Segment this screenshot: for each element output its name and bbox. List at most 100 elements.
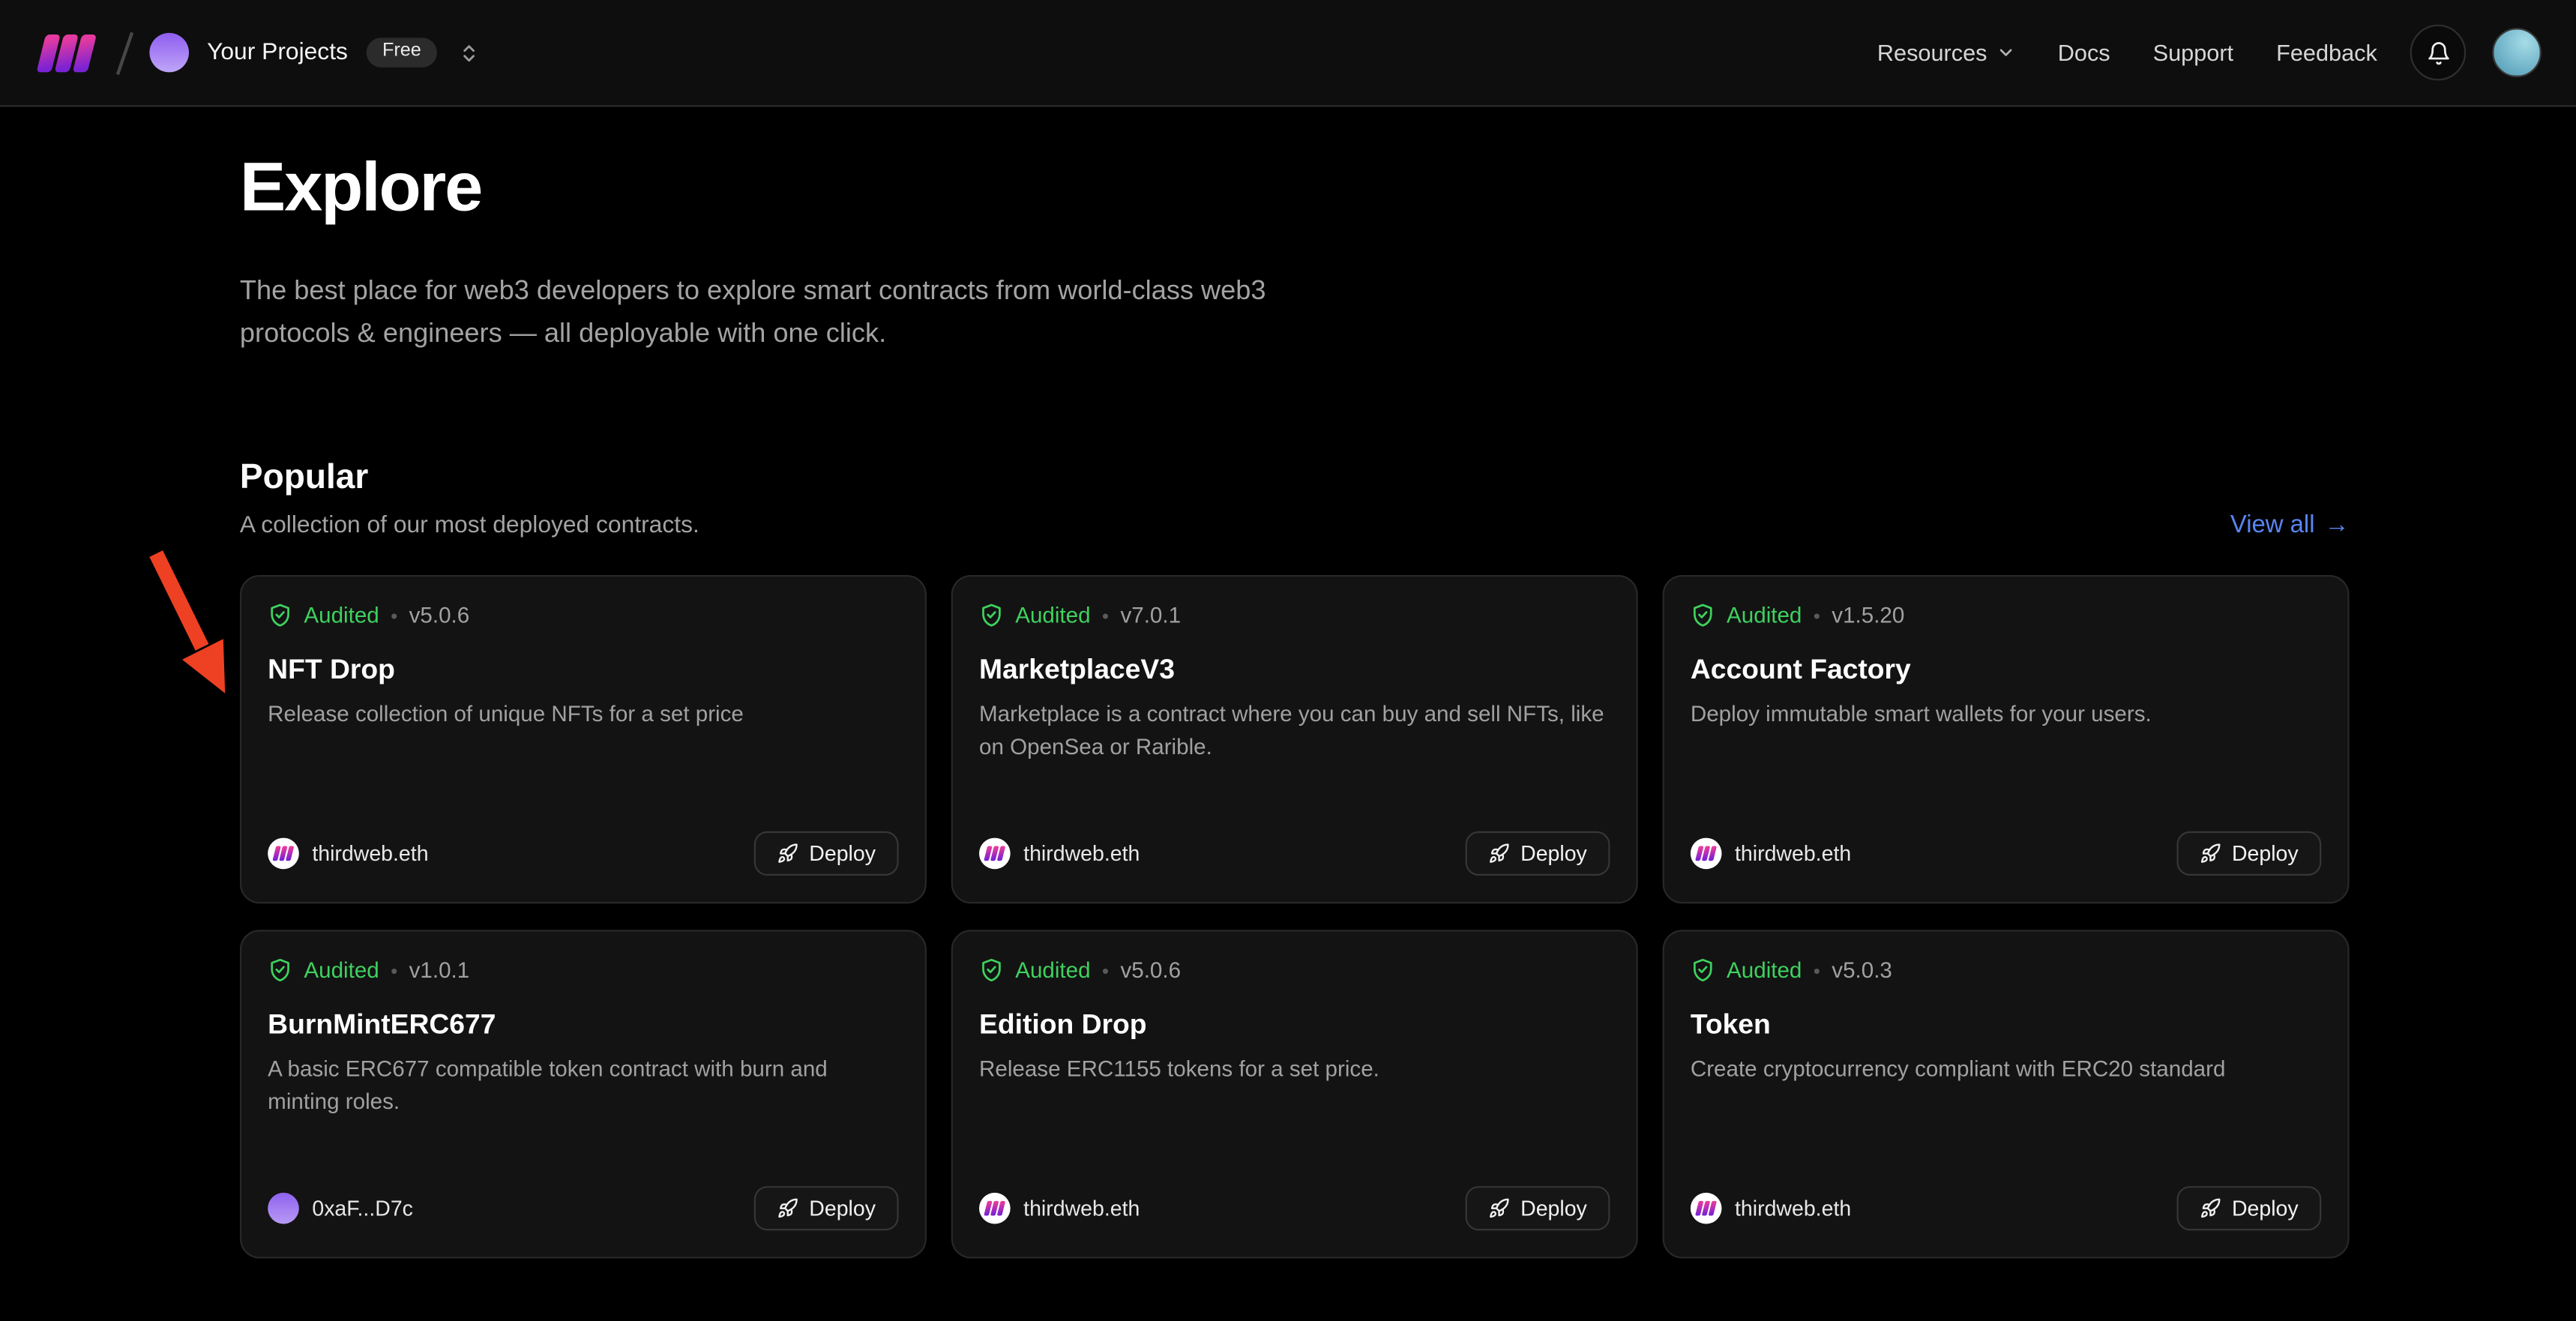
nav-feedback[interactable]: Feedback (2276, 40, 2377, 66)
contract-card[interactable]: Audited • v5.0.6 Edition Drop Release ER… (951, 930, 1638, 1259)
notifications-button[interactable] (2410, 25, 2467, 81)
publisher-name: thirdweb.eth (1735, 1197, 1851, 1221)
view-all-link[interactable]: View all → (2230, 511, 2350, 539)
nav-resources[interactable]: Resources (1877, 40, 2015, 66)
shield-check-icon (979, 604, 1004, 628)
team-avatar[interactable] (149, 33, 189, 73)
contract-card[interactable]: Audited • v5.0.3 Token Create cryptocurr… (1663, 930, 2350, 1259)
main-content: Explore The best place for web3 develope… (240, 149, 2350, 1259)
audit-badge-row: Audited • v5.0.6 (979, 958, 1610, 983)
card-footer: thirdweb.eth Deploy (1691, 1187, 2321, 1231)
rocket-icon (1487, 1198, 1508, 1219)
plan-badge: Free (366, 37, 438, 68)
team-name[interactable]: Your Projects (207, 40, 348, 66)
deploy-button[interactable]: Deploy (2176, 831, 2321, 876)
publisher-link[interactable]: 0xaF...D7c (268, 1193, 413, 1224)
audit-badge-row: Audited • v5.0.6 (268, 604, 898, 628)
separator-dot: • (391, 606, 397, 625)
deploy-label: Deploy (809, 1197, 876, 1221)
red-annotation-arrow-icon (145, 544, 243, 699)
section-subtitle: A collection of our most deployed contra… (240, 511, 699, 541)
shield-check-icon (1691, 604, 1715, 628)
publisher-name: 0xaF...D7c (312, 1197, 413, 1221)
audited-label: Audited (1015, 958, 1090, 983)
contract-description: Release collection of unique NFTs for a … (268, 699, 898, 731)
audited-label: Audited (1015, 604, 1090, 628)
publisher-link[interactable]: thirdweb.eth (979, 838, 1140, 870)
separator-dot: • (391, 960, 397, 980)
nav-docs-label: Docs (2058, 40, 2110, 66)
contract-title: Edition Drop (979, 1008, 1610, 1044)
contract-card[interactable]: Audited • v7.0.1 MarketplaceV3 Marketpla… (951, 575, 1638, 903)
contract-description: A basic ERC677 compatible token contract… (268, 1053, 898, 1117)
contract-version: v5.0.6 (1120, 958, 1181, 983)
deploy-button[interactable]: Deploy (1465, 1187, 1610, 1231)
separator-dot: • (1814, 960, 1820, 980)
deploy-label: Deploy (2232, 1197, 2299, 1221)
page: Your Projects Free Resources Docs Suppor… (0, 0, 2576, 1321)
contract-card[interactable]: Audited • v5.0.6 NFT Drop Release collec… (240, 575, 927, 903)
contract-card[interactable]: Audited • v1.0.1 BurnMintERC677 A basic … (240, 930, 927, 1259)
thirdweb-logo-icon (986, 1202, 1003, 1216)
card-footer: thirdweb.eth Deploy (1691, 831, 2321, 876)
publisher-avatar (1691, 1193, 1722, 1224)
deploy-button[interactable]: Deploy (753, 1187, 899, 1231)
contract-version: v1.0.1 (409, 958, 470, 983)
thirdweb-logo-icon[interactable] (34, 32, 97, 73)
view-all-label: View all (2230, 511, 2315, 539)
card-footer: thirdweb.eth Deploy (268, 831, 898, 876)
publisher-avatar (979, 1193, 1011, 1224)
deploy-button[interactable]: Deploy (2176, 1187, 2321, 1231)
thirdweb-logo-icon (1697, 846, 1715, 861)
audited-label: Audited (1727, 604, 1802, 628)
rocket-icon (776, 843, 797, 864)
contract-version: v7.0.1 (1120, 604, 1181, 628)
publisher-name: thirdweb.eth (312, 841, 428, 866)
contract-version: v1.5.20 (1832, 604, 1904, 628)
publisher-name: thirdweb.eth (1023, 1197, 1140, 1221)
separator-dot: • (1814, 606, 1820, 625)
popular-section-header: Popular A collection of our most deploye… (240, 457, 2350, 541)
contract-version: v5.0.6 (409, 604, 470, 628)
team-switcher-button[interactable] (456, 38, 484, 66)
contract-description: Release ERC1155 tokens for a set price. (979, 1053, 1610, 1086)
publisher-link[interactable]: thirdweb.eth (979, 1193, 1140, 1224)
publisher-link[interactable]: thirdweb.eth (1691, 1193, 1851, 1224)
card-footer: thirdweb.eth Deploy (979, 1187, 1610, 1231)
contracts-grid: Audited • v5.0.6 NFT Drop Release collec… (240, 575, 2350, 1259)
nav-feedback-label: Feedback (2276, 40, 2377, 66)
contract-title: Account Factory (1691, 652, 2321, 688)
nav-docs[interactable]: Docs (2058, 40, 2110, 66)
card-footer: 0xaF...D7c Deploy (268, 1187, 898, 1231)
shield-check-icon (979, 958, 1004, 983)
contract-description: Marketplace is a contract where you can … (979, 699, 1610, 762)
page-subtitle: The best place for web3 developers to ex… (240, 270, 1357, 355)
deploy-button[interactable]: Deploy (1465, 831, 1610, 876)
contract-title: NFT Drop (268, 652, 898, 688)
publisher-name: thirdweb.eth (1023, 841, 1140, 866)
shield-check-icon (268, 958, 292, 983)
deploy-button[interactable]: Deploy (753, 831, 899, 876)
publisher-avatar (268, 1193, 299, 1224)
nav-resources-label: Resources (1877, 40, 1987, 66)
audit-badge-row: Audited • v1.0.1 (268, 958, 898, 983)
contract-title: BurnMintERC677 (268, 1008, 898, 1044)
shield-check-icon (1691, 958, 1715, 983)
bell-icon (2425, 40, 2450, 65)
shield-check-icon (268, 604, 292, 628)
audit-badge-row: Audited • v1.5.20 (1691, 604, 2321, 628)
user-avatar[interactable] (2492, 28, 2542, 77)
audit-badge-row: Audited • v5.0.3 (1691, 958, 2321, 983)
chevrons-up-down-icon (459, 42, 480, 63)
nav-support[interactable]: Support (2153, 40, 2233, 66)
rocket-icon (2199, 843, 2220, 864)
publisher-link[interactable]: thirdweb.eth (1691, 838, 1851, 870)
contract-card[interactable]: Audited • v1.5.20 Account Factory Deploy… (1663, 575, 2350, 903)
rocket-icon (2199, 1198, 2220, 1219)
card-footer: thirdweb.eth Deploy (979, 831, 1610, 876)
audit-badge-row: Audited • v7.0.1 (979, 604, 1610, 628)
publisher-avatar (1691, 838, 1722, 870)
deploy-label: Deploy (1520, 841, 1587, 866)
publisher-link[interactable]: thirdweb.eth (268, 838, 428, 870)
publisher-avatar (979, 838, 1011, 870)
